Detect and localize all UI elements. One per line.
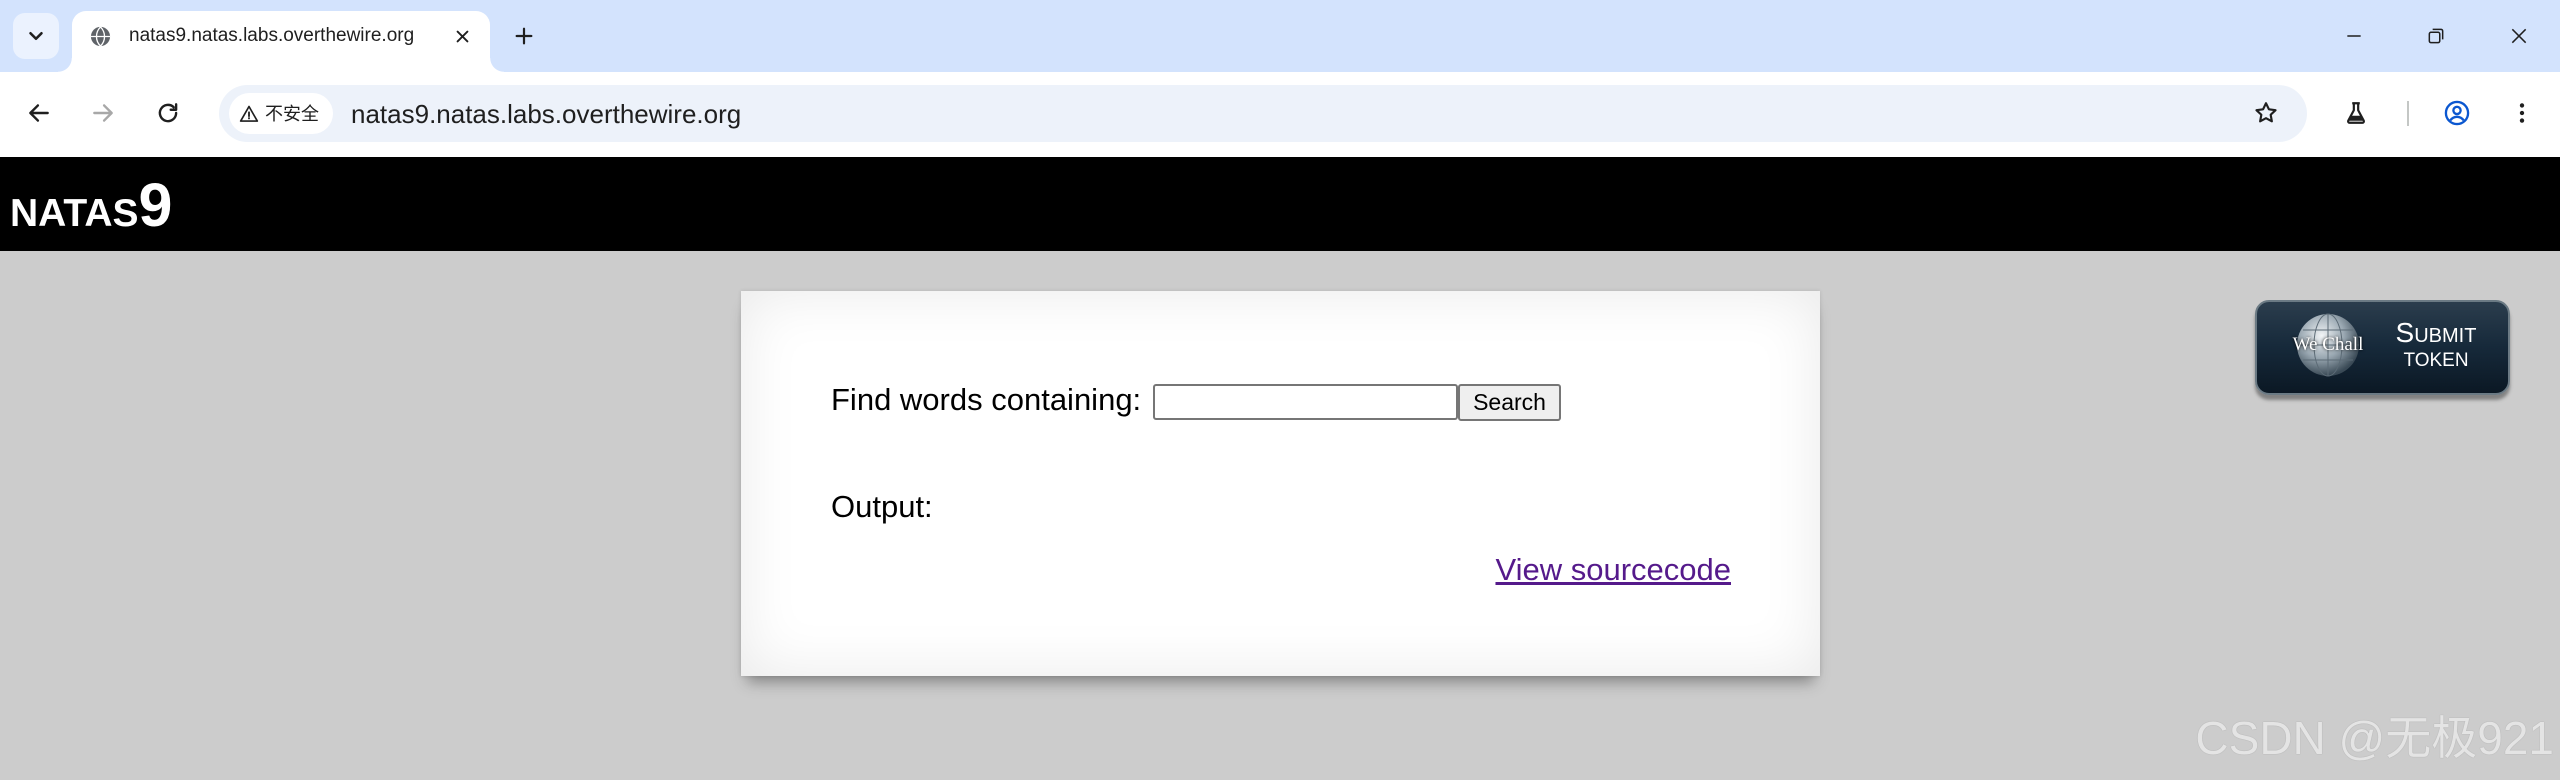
output-label: Output: (831, 489, 933, 524)
back-button[interactable] (15, 89, 63, 137)
toolbar-separator (2407, 101, 2409, 126)
security-label: 不安全 (265, 103, 319, 124)
wechall-submit-label: SUBMIT (2395, 317, 2477, 348)
flask-icon (2347, 102, 2365, 124)
close-icon (2511, 28, 2527, 44)
tab-strip: natas9.natas.labs.overthewire.org (0, 0, 2560, 72)
globe-icon (89, 25, 112, 48)
star-icon (2255, 102, 2277, 123)
search-input[interactable] (1153, 384, 1458, 420)
tab-title: natas9.natas.labs.overthewire.org (129, 25, 415, 46)
tab-close-button[interactable] (446, 20, 478, 52)
address-bar[interactable]: 不安全 natas9.natas.labs.overthewire.org (219, 85, 2307, 142)
minimize-icon (2347, 35, 2361, 37)
page-title-word: NATAS (10, 192, 139, 235)
close-icon (456, 30, 468, 42)
chevron-down-icon (29, 31, 43, 41)
search-label: Find words containing: (831, 382, 1142, 417)
csdn-watermark: CSDN @无极921 (2195, 712, 2554, 764)
browser-toolbar: 不安全 natas9.natas.labs.overthewire.org (0, 72, 2560, 157)
search-button[interactable]: Search (1458, 384, 1561, 421)
plus-icon (515, 27, 533, 45)
more-vert-icon (2519, 103, 2525, 123)
profile-icon (2444, 100, 2470, 126)
reload-button[interactable] (144, 89, 192, 137)
forward-button[interactable] (79, 89, 127, 137)
content-panel: Find words containing: Search Output: Vi… (741, 291, 1820, 676)
natas-header: NATAS9 (0, 157, 2560, 251)
browser-tab-active[interactable]: natas9.natas.labs.overthewire.org (58, 11, 504, 72)
page-title-level: 9 (138, 171, 173, 239)
reload-icon (158, 103, 178, 123)
arrow-left-icon (29, 104, 49, 122)
site-security-chip[interactable]: 不安全 (229, 93, 333, 134)
window-close-button[interactable] (2484, 0, 2554, 72)
wechall-token-label: TOKEN (2403, 350, 2469, 371)
new-tab-button[interactable] (506, 18, 542, 54)
browser-menu-button[interactable] (2498, 89, 2546, 137)
arrow-right-icon (93, 104, 113, 122)
restore-icon (2428, 28, 2444, 44)
tab-search-button[interactable] (13, 13, 59, 59)
url-text[interactable]: natas9.natas.labs.overthewire.org (351, 99, 741, 129)
bookmark-button[interactable] (2246, 93, 2286, 133)
warning-icon (239, 105, 259, 122)
view-sourcecode-link[interactable]: View sourcecode (1495, 552, 1731, 588)
wechall-submit-token-button[interactable]: We Chall SUBMIT TOKEN (2255, 300, 2510, 395)
wechall-logo-text: We Chall (2292, 334, 2364, 355)
window-restore-button[interactable] (2401, 0, 2471, 72)
profile-button[interactable] (2433, 89, 2481, 137)
page-title: NATAS9 (10, 175, 172, 252)
window-minimize-button[interactable] (2319, 0, 2389, 72)
chrome-labs-button[interactable] (2332, 89, 2380, 137)
